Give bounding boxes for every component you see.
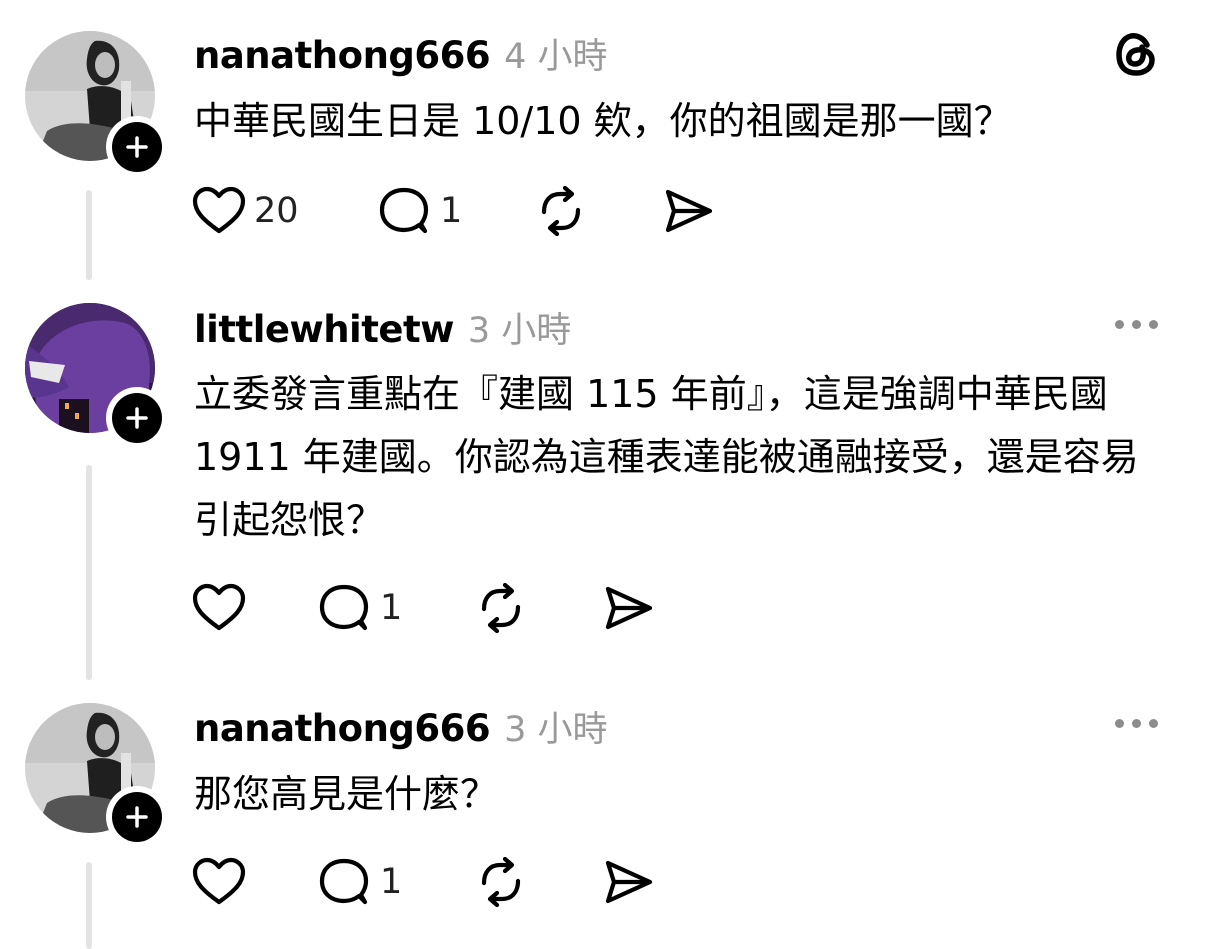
post-text: 中華民國生日是 10/10 欸，你的祖國是那一國？ [194, 99, 1012, 143]
send-icon [605, 860, 653, 904]
timestamp: 4 小時 [504, 37, 608, 77]
thread-line [86, 465, 92, 680]
reply-button[interactable]: 1 [318, 583, 402, 633]
repost-button[interactable] [534, 186, 588, 236]
repost-icon [481, 583, 521, 633]
thread-line [86, 862, 92, 949]
heart-icon [192, 857, 246, 905]
reply-button[interactable]: 1 [378, 186, 462, 236]
heart-icon [192, 583, 246, 631]
like-button[interactable]: 20 [192, 186, 299, 236]
follow-button[interactable] [106, 387, 168, 449]
post-text: 立委發言重點在『建國 115 年前』，這是強調中華民國 1911 年建國。你認為… [194, 372, 1139, 542]
timestamp: 3 小時 [467, 311, 572, 351]
plus-icon [126, 806, 148, 828]
threads-logo-icon[interactable] [1114, 30, 1158, 78]
thread-line [86, 190, 92, 280]
like-count: 20 [254, 191, 299, 231]
username[interactable]: nanathong666 [194, 707, 491, 750]
username[interactable]: littlewhitetw [194, 308, 454, 351]
more-options-button[interactable] [1115, 719, 1158, 728]
share-button[interactable] [602, 583, 656, 633]
repost-button[interactable] [474, 583, 528, 633]
reply-count: 1 [440, 191, 463, 231]
more-dots-icon [1115, 320, 1124, 329]
reply-count: 1 [380, 588, 403, 628]
share-button[interactable] [662, 186, 716, 236]
reply-count: 1 [380, 862, 403, 902]
heart-icon [192, 186, 246, 234]
send-icon [605, 586, 653, 630]
username[interactable]: nanathong666 [194, 34, 491, 77]
repost-icon [481, 857, 521, 907]
share-button[interactable] [602, 857, 656, 907]
like-button[interactable] [192, 857, 246, 907]
follow-button[interactable] [106, 116, 168, 178]
like-button[interactable] [192, 583, 246, 633]
repost-button[interactable] [474, 857, 528, 907]
more-dots-icon [1115, 719, 1124, 728]
post-text: 那您高見是什麼？ [194, 772, 499, 816]
more-options-button[interactable] [1115, 320, 1158, 329]
follow-button[interactable] [106, 786, 168, 848]
timestamp: 3 小時 [504, 710, 608, 750]
speech-bubble-icon [319, 858, 369, 905]
speech-bubble-icon [319, 584, 369, 631]
plus-icon [126, 407, 148, 429]
plus-icon [126, 136, 148, 158]
reply-button[interactable]: 1 [318, 857, 402, 907]
send-icon [665, 189, 713, 233]
speech-bubble-icon [379, 187, 429, 234]
repost-icon [541, 186, 581, 236]
